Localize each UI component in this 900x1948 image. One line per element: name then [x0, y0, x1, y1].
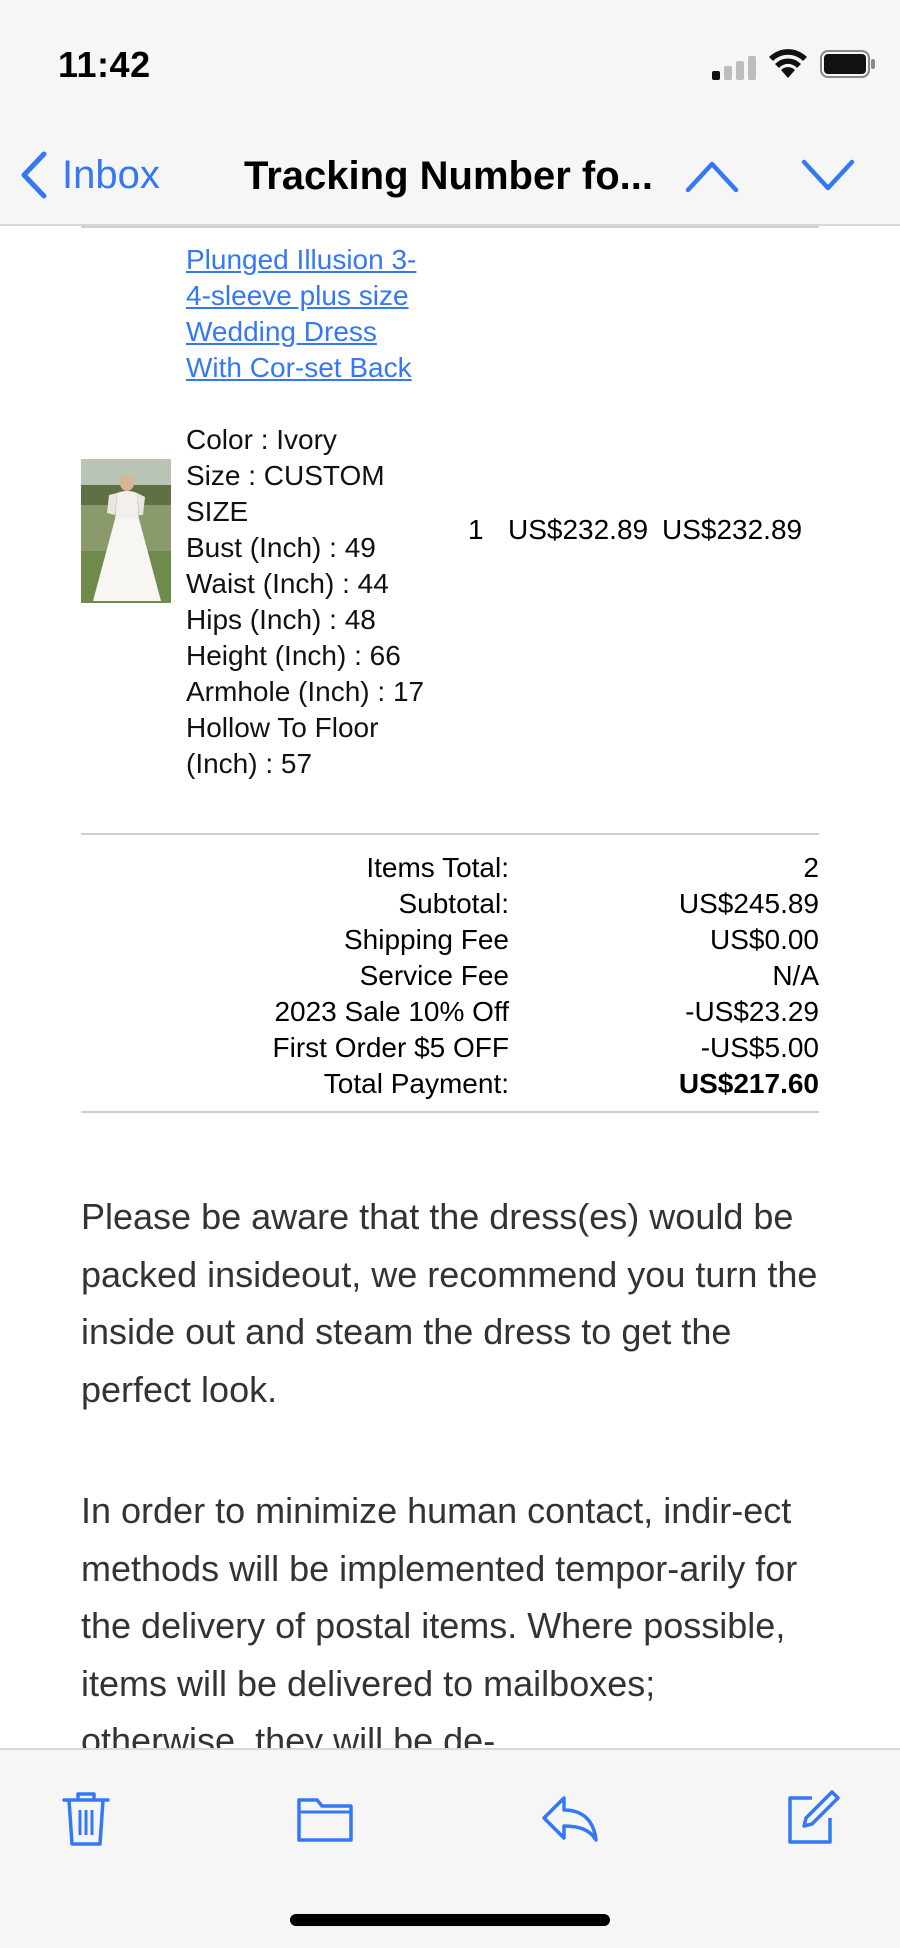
product-link[interactable]: Plunged Illusion 3-4-sleeve plus size We…	[186, 242, 426, 386]
product-image[interactable]	[81, 459, 171, 603]
item-line-total: US$232.89	[662, 514, 803, 545]
item-unit-price: US$232.89	[508, 514, 649, 545]
status-time: 11:42	[58, 44, 151, 85]
folder-icon[interactable]	[295, 1788, 355, 1848]
attr-hips: Hips (Inch) : 48	[186, 604, 376, 635]
packing-notice-paragraph: Please be aware that the dress(es) would…	[81, 1196, 818, 1410]
totals-label: 2023 Sale 10% Off	[274, 996, 509, 1027]
totals-row: Subtotal: US$245.89	[81, 886, 819, 922]
order-totals: Items Total: 2 Subtotal: US$245.89 Shipp…	[81, 850, 819, 1102]
item-quantity: 1	[468, 514, 484, 545]
attr-hollow-to-floor: Hollow To Floor (Inch) : 57	[186, 712, 379, 779]
nav-bar: Inbox Tracking Number fo...	[0, 120, 900, 226]
totals-row: 2023 Sale 10% Off -US$23.29	[81, 994, 819, 1030]
totals-value: US$245.89	[678, 888, 819, 919]
totals-label: Service Fee	[359, 960, 509, 991]
totals-row: Shipping Fee US$0.00	[81, 922, 819, 958]
attr-waist: Waist (Inch) : 44	[186, 568, 389, 599]
attr-height: Height (Inch) : 66	[186, 640, 401, 671]
totals-value: -US$5.00	[700, 1032, 819, 1063]
totals-row: Total Payment: US$217.60	[81, 1066, 819, 1102]
total-payment-label: Total Payment:	[323, 1068, 509, 1099]
totals-label: Shipping Fee	[343, 924, 509, 955]
total-payment-value: US$217.60	[678, 1068, 819, 1099]
trash-icon[interactable]	[56, 1788, 116, 1848]
message-title: Tracking Number fo...	[244, 154, 653, 198]
home-indicator[interactable]	[290, 1914, 610, 1926]
totals-label: Items Total:	[366, 852, 509, 883]
previous-message-button[interactable]	[684, 158, 740, 194]
back-button[interactable]: Inbox	[18, 150, 160, 200]
next-message-button[interactable]	[800, 158, 856, 194]
divider	[81, 833, 819, 835]
wifi-icon	[769, 49, 807, 78]
totals-value: US$0.00	[710, 924, 819, 955]
attr-color: Color : Ivory	[186, 424, 337, 455]
attr-armhole: Armhole (Inch) : 17	[186, 676, 425, 707]
totals-value: 2	[803, 852, 819, 883]
totals-label: Subtotal:	[398, 888, 509, 919]
totals-label: First Order $5 OFF	[272, 1032, 509, 1063]
battery-icon	[820, 50, 875, 78]
cellular-signal-icon	[712, 56, 756, 80]
attr-size: Size : CUSTOM SIZE	[186, 460, 385, 527]
divider	[81, 1111, 819, 1113]
totals-value: -US$23.29	[685, 996, 819, 1027]
attr-bust: Bust (Inch) : 49	[186, 532, 376, 563]
reply-icon[interactable]	[540, 1788, 600, 1848]
status-bar: 11:42	[0, 0, 900, 120]
compose-icon[interactable]	[782, 1788, 842, 1848]
totals-row: Items Total: 2	[81, 850, 819, 886]
back-label: Inbox	[62, 152, 160, 197]
divider	[81, 226, 819, 228]
email-body[interactable]: Plunged Illusion 3-4-sleeve plus size We…	[0, 226, 900, 1748]
delivery-notice-paragraph: In order to minimize human contact, indi…	[81, 1490, 798, 1748]
totals-row: First Order $5 OFF -US$5.00	[81, 1030, 819, 1066]
chevron-left-icon	[21, 151, 47, 199]
product-attributes: Color : Ivory Size : CUSTOM SIZE Bust (I…	[186, 422, 436, 782]
totals-value: N/A	[772, 960, 819, 991]
totals-row: Service Fee N/A	[81, 958, 819, 994]
